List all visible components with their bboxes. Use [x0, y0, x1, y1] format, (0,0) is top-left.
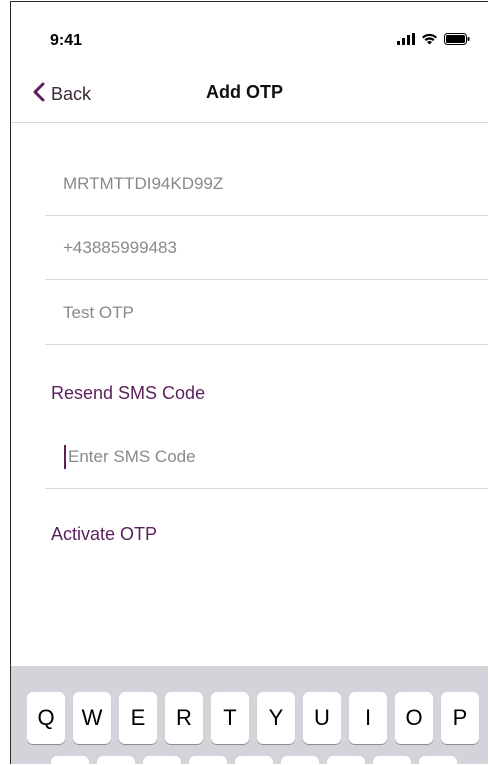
key-i[interactable]: I [349, 692, 387, 744]
key-q[interactable]: Q [27, 692, 65, 744]
secret-key-input[interactable] [63, 174, 463, 194]
otp-name-field[interactable] [45, 281, 488, 345]
status-time: 9:41 [50, 32, 83, 49]
sms-code-input[interactable] [68, 447, 468, 467]
key-r[interactable]: R [165, 692, 203, 744]
keyboard: Q W E R T Y U I O P [11, 666, 488, 764]
battery-icon [444, 32, 470, 50]
key-l[interactable] [419, 756, 457, 764]
activate-otp-button[interactable]: Activate OTP [51, 524, 157, 545]
key-t[interactable]: T [211, 692, 249, 744]
key-p[interactable]: P [441, 692, 479, 744]
keyboard-row-2 [51, 756, 457, 764]
key-u[interactable]: U [303, 692, 341, 744]
key-s[interactable] [97, 756, 135, 764]
phone-number-field[interactable] [45, 216, 488, 280]
status-bar: 9:41 [11, 2, 488, 74]
key-w[interactable]: W [73, 692, 111, 744]
wifi-icon [421, 32, 438, 50]
key-d[interactable] [143, 756, 181, 764]
phone-screen: 9:41 Back Add OTP MRTMTTDI94KD99Z +43885… [10, 1, 488, 764]
key-k[interactable] [373, 756, 411, 764]
key-h[interactable] [281, 756, 319, 764]
sms-code-field[interactable] [45, 425, 488, 489]
key-f[interactable] [189, 756, 227, 764]
otp-name-input[interactable] [63, 303, 463, 323]
secret-key-field[interactable] [45, 152, 488, 216]
key-j[interactable] [327, 756, 365, 764]
key-y[interactable]: Y [257, 692, 295, 744]
key-g[interactable] [235, 756, 273, 764]
status-icons [397, 32, 470, 50]
key-a[interactable] [51, 756, 89, 764]
resend-sms-button[interactable]: Resend SMS Code [51, 383, 205, 404]
keyboard-row-1: Q W E R T Y U I O P [27, 692, 479, 744]
key-o[interactable]: O [395, 692, 433, 744]
page-title: Add OTP [206, 82, 283, 102]
key-e[interactable]: E [119, 692, 157, 744]
signal-icon [397, 32, 415, 50]
text-cursor [64, 445, 66, 469]
phone-number-input[interactable] [63, 238, 463, 258]
navigation-bar: Back Add OTP [11, 74, 488, 123]
